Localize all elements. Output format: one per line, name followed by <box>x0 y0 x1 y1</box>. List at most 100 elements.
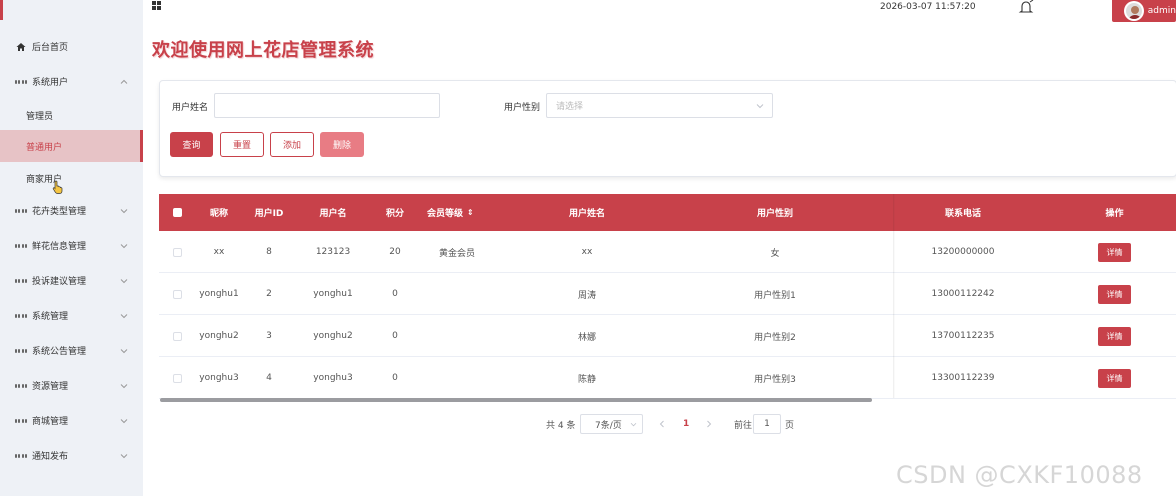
sidebar-item-mall[interactable]: 商城管理 <box>0 403 143 438</box>
sidebar-item-announcements[interactable]: 系统公告管理 <box>0 333 143 368</box>
grid-icon <box>14 311 28 321</box>
sidebar-item-notifications[interactable]: 通知发布 <box>0 438 143 473</box>
row-checkbox[interactable] <box>169 315 185 357</box>
sidebar-item-label: 鲜花信息管理 <box>32 242 87 252</box>
page-title: 欢迎使用网上花店管理系统 <box>152 40 374 61</box>
cell-points: 0 <box>392 373 398 383</box>
detail-button[interactable]: 详情 <box>1098 284 1131 304</box>
query-button[interactable]: 查询 <box>170 132 213 157</box>
sidebar-item-label: 管理员 <box>26 112 54 122</box>
chevron-down-icon <box>120 278 128 283</box>
horizontal-scrollbar[interactable] <box>160 398 872 402</box>
cell-member-level <box>429 315 485 357</box>
cell-gender: 女 <box>770 248 780 259</box>
th-member-level[interactable]: 会员等级 ⇕ <box>427 194 481 231</box>
chevron-down-icon <box>120 243 128 248</box>
sidebar: 后台首页 系统用户 管理员 普通用户 商家用户 花卉类型管理 鲜花信息管理 投诉… <box>0 0 143 496</box>
sidebar-item-label: 商城管理 <box>32 417 69 427</box>
search-panel: 用户姓名 用户性别 请选择 查询 重置 添加 删除 <box>159 80 1176 177</box>
chevron-down-icon <box>120 313 128 318</box>
sidebar-item-home[interactable]: 后台首页 <box>0 29 143 64</box>
sidebar-item-label: 后台首页 <box>32 43 69 53</box>
grid-icon <box>14 381 28 391</box>
pagination-total: 共 4 条 <box>546 420 576 431</box>
goto-page-input[interactable]: 1 <box>753 414 781 434</box>
cell-actions: 详情 <box>1053 357 1176 399</box>
cell-gender: 用户性别1 <box>754 290 796 301</box>
sort-icon[interactable]: ⇕ <box>467 208 474 217</box>
menu-toggle-icon[interactable] <box>152 1 161 10</box>
grid-icon <box>14 77 28 87</box>
cell-nickname: yonghu3 <box>199 373 239 383</box>
row-checkbox[interactable] <box>169 273 185 315</box>
chevron-down-icon <box>120 348 128 353</box>
next-page-icon[interactable] <box>706 420 712 428</box>
cell-actions: 详情 <box>1053 273 1176 315</box>
sidebar-item-label: 系统管理 <box>32 312 69 322</box>
table-row: xx 8 123123 20 黄金会员 xx 女 13200000000 详情 <box>159 231 1176 273</box>
current-datetime: 2026-03-07 11:57:20 <box>880 2 976 12</box>
cell-username: yonghu1 <box>313 289 353 299</box>
bell-icon[interactable] <box>1018 0 1034 14</box>
th-user-id: 用户ID <box>254 209 284 219</box>
home-icon <box>16 42 26 52</box>
cell-points: 20 <box>389 247 401 257</box>
select-all-checkbox[interactable] <box>169 194 185 231</box>
chevron-down-icon <box>120 383 128 388</box>
sidebar-item-system-manage[interactable]: 系统管理 <box>0 298 143 333</box>
cell-real-name: 陈静 <box>577 374 596 385</box>
grid-icon <box>14 276 28 286</box>
detail-button[interactable]: 详情 <box>1098 368 1131 388</box>
detail-button[interactable]: 详情 <box>1098 242 1131 262</box>
cell-gender: 用户性别2 <box>754 332 796 343</box>
cell-username: 123123 <box>315 247 351 257</box>
chevron-down-icon <box>630 422 637 427</box>
sidebar-item-system-users[interactable]: 系统用户 <box>0 64 143 99</box>
chevron-up-icon <box>120 79 128 84</box>
sidebar-item-admin[interactable]: 管理员 <box>0 98 143 133</box>
sidebar-item-merchant-users[interactable]: 商家用户 <box>0 162 143 194</box>
prev-page-icon[interactable] <box>659 420 665 428</box>
current-page-number[interactable]: 1 <box>683 414 689 434</box>
cell-phone: 13300112239 <box>931 373 995 383</box>
name-input[interactable] <box>214 93 440 118</box>
detail-button[interactable]: 详情 <box>1098 326 1131 346</box>
cell-points: 0 <box>392 289 398 299</box>
grid-icon <box>14 451 28 461</box>
hand-cursor-icon <box>52 180 63 194</box>
cell-real-name: xx <box>581 247 593 257</box>
sidebar-item-label: 系统公告管理 <box>32 347 87 357</box>
th-nickname: 昵称 <box>209 209 228 219</box>
sidebar-item-normal-users[interactable]: 普通用户 <box>0 130 143 162</box>
th-actions: 操作 <box>1105 209 1124 219</box>
gender-label: 用户性别 <box>504 103 541 113</box>
cell-member-level <box>429 273 485 315</box>
sidebar-item-label: 系统用户 <box>32 78 69 88</box>
chevron-down-icon <box>120 208 128 213</box>
gender-select[interactable]: 请选择 <box>546 93 773 118</box>
sidebar-item-flower-info[interactable]: 鲜花信息管理 <box>0 228 143 263</box>
sidebar-item-resources[interactable]: 资源管理 <box>0 368 143 403</box>
sidebar-item-label: 通知发布 <box>32 452 69 462</box>
sidebar-item-complaints[interactable]: 投诉建议管理 <box>0 263 143 298</box>
row-checkbox[interactable] <box>169 231 185 273</box>
cell-username: yonghu3 <box>313 373 353 383</box>
page-size-select[interactable]: 7条/页 <box>580 414 643 434</box>
top-bar: 2026-03-07 11:57:20 admin <box>143 0 1176 22</box>
reset-button[interactable]: 重置 <box>220 132 264 157</box>
delete-button[interactable]: 删除 <box>320 132 364 157</box>
grid-icon <box>14 206 28 216</box>
sidebar-item-flower-types[interactable]: 花卉类型管理 <box>0 193 143 228</box>
avatar <box>1124 1 1144 21</box>
row-checkbox[interactable] <box>169 357 185 399</box>
table-row: yonghu2 3 yonghu2 0 林娜 用户性别2 13700112235… <box>159 315 1176 357</box>
user-menu-button[interactable]: admin <box>1112 0 1176 22</box>
cell-member-level <box>429 357 485 399</box>
grid-icon <box>14 416 28 426</box>
page-unit-label: 页 <box>785 420 795 431</box>
add-button[interactable]: 添加 <box>270 132 314 157</box>
grid-icon <box>14 241 28 251</box>
cell-user-id: 8 <box>266 247 272 257</box>
cell-gender: 用户性别3 <box>754 374 796 385</box>
chevron-down-icon <box>120 418 128 423</box>
